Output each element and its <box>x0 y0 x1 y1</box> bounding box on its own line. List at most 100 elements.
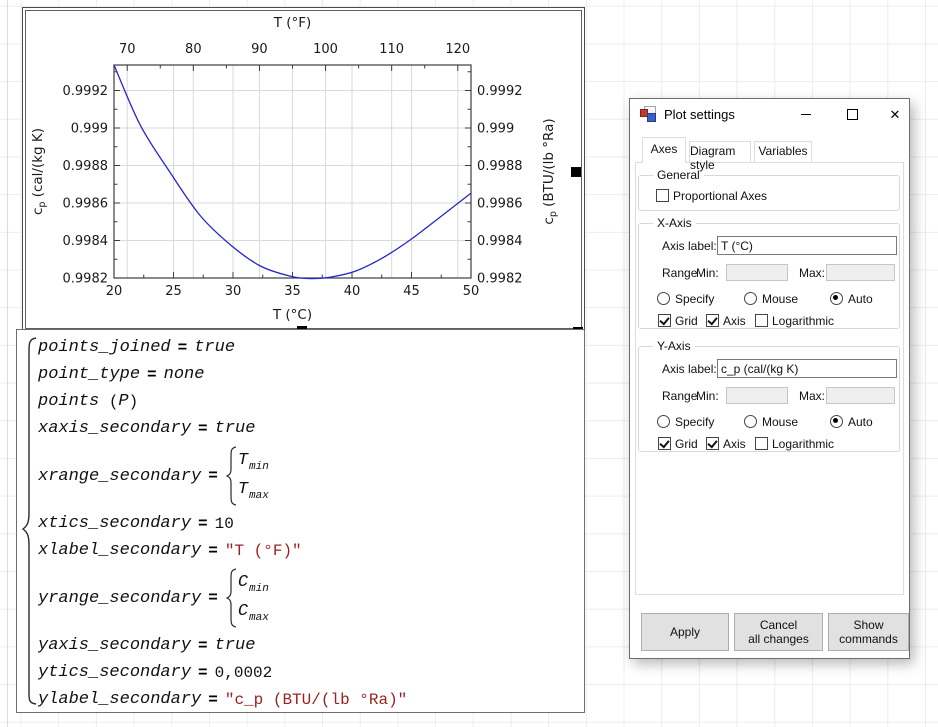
y-axis-min-caption: Min: <box>696 389 719 403</box>
plot-region[interactable]: 202530354045507080901001101200.99820.998… <box>22 7 585 332</box>
button-show-commands[interactable]: Showcommands <box>828 613 909 651</box>
svg-text:25: 25 <box>165 284 182 299</box>
code-line[interactable]: xaxis_secondary=true <box>38 415 407 442</box>
svg-text:0.9982: 0.9982 <box>477 272 523 287</box>
code-op: = <box>208 467 218 485</box>
code-id: xlabel_secondary <box>38 541 201 560</box>
svg-text:120: 120 <box>445 42 470 57</box>
app-icon <box>640 106 656 122</box>
x-axis-axis-label-caption: Axis label: <box>662 239 717 253</box>
close-icon: ✕ <box>890 108 901 121</box>
code-kw: none <box>164 365 205 384</box>
y-axis-axis-label-input[interactable] <box>717 359 897 378</box>
code-id: xtics_secondary <box>38 514 191 533</box>
code-id: P <box>118 392 128 411</box>
code-str: "c_p (BTU/(lb °Ra)" <box>225 691 407 709</box>
subscripted-var: Tmin <box>238 451 269 473</box>
dialog-titlebar[interactable]: Plot settings ✕ <box>630 99 909 129</box>
plot-settings-dialog: Plot settings ✕ AxesDiagram styleVariabl… <box>629 98 910 659</box>
y-axis-range-caption: Range <box>662 389 697 403</box>
radio-label-mouse: Mouse <box>762 292 798 306</box>
checkbox-axis[interactable] <box>706 314 719 327</box>
code-line[interactable]: points_joined=true <box>38 334 407 361</box>
radio-mouse[interactable] <box>744 415 757 428</box>
svg-text:0.9986: 0.9986 <box>63 197 109 212</box>
checkbox-logarithmic[interactable] <box>755 437 768 450</box>
code-op: = <box>198 664 208 682</box>
svg-text:0.9992: 0.9992 <box>63 84 109 99</box>
y2-axis-title: cp (BTU/(lb °Ra) <box>541 118 559 224</box>
svg-text:110: 110 <box>379 42 404 57</box>
tab-diagram-style[interactable]: Diagram style <box>689 141 751 162</box>
radio-specify[interactable] <box>657 415 670 428</box>
maximize-icon <box>847 109 858 120</box>
code-kw: true <box>194 338 235 357</box>
radio-mouse[interactable] <box>744 292 757 305</box>
subscripted-var: Cmin <box>238 573 269 595</box>
y-axis-max-caption: Max: <box>799 389 825 403</box>
checkbox-proportional-axes[interactable] <box>656 189 669 202</box>
code-line[interactable]: points (P) <box>38 388 407 415</box>
radio-auto[interactable] <box>830 415 843 428</box>
svg-text:0.9988: 0.9988 <box>477 159 523 174</box>
code-id: ylabel_secondary <box>38 690 201 709</box>
code-id: points <box>38 392 99 411</box>
code-id: xrange_secondary <box>38 467 201 486</box>
x-axis-range-caption: Range <box>662 266 697 280</box>
maximize-button[interactable] <box>835 99 869 129</box>
code-line[interactable]: point_type=none <box>38 361 407 388</box>
system-value: CminCmax <box>225 567 269 629</box>
x-axis-axis-label-input[interactable] <box>717 236 897 255</box>
svg-text:100: 100 <box>313 42 338 57</box>
y-axis-legend: Y-Axis <box>653 339 695 353</box>
checkbox-grid[interactable] <box>658 314 671 327</box>
svg-text:0.9986: 0.9986 <box>477 197 523 212</box>
code-op: = <box>198 637 208 655</box>
system-value: TminTmax <box>225 445 269 507</box>
radio-specify[interactable] <box>657 292 670 305</box>
svg-text:45: 45 <box>403 284 420 299</box>
code-plain: ( <box>99 393 118 411</box>
tab-variables[interactable]: Variables <box>754 141 812 162</box>
minimize-button[interactable] <box>789 99 823 129</box>
code-line[interactable]: ylabel_secondary="c_p (BTU/(lb °Ra)" <box>38 686 407 713</box>
svg-text:70: 70 <box>119 42 136 57</box>
svg-text:30: 30 <box>225 284 242 299</box>
code-lines: points_joined=truepoint_type=nonepoints … <box>38 330 407 713</box>
checkbox-label-logarithmic: Logarithmic <box>772 314 834 328</box>
code-line[interactable]: xlabel_secondary="T (°F)" <box>38 537 407 564</box>
resize-handle-right[interactable] <box>571 167 581 177</box>
code-op: = <box>198 420 208 438</box>
svg-text:90: 90 <box>251 42 268 57</box>
minimize-icon <box>801 114 811 115</box>
button-cancel-all-changes[interactable]: Cancelall changes <box>734 613 823 651</box>
radio-auto[interactable] <box>830 292 843 305</box>
x-axis-min-caption: Min: <box>696 266 719 280</box>
checkbox-logarithmic[interactable] <box>755 314 768 327</box>
button-apply[interactable]: Apply <box>641 613 729 651</box>
svg-text:0.999: 0.999 <box>477 122 514 137</box>
x-axis-max-input <box>826 264 895 281</box>
checkbox-axis[interactable] <box>706 437 719 450</box>
code-str: "T (°F)" <box>225 542 302 560</box>
code-line[interactable]: ytics_secondary=0,0002 <box>38 659 407 686</box>
plot-parameters-region[interactable]: points_joined=truepoint_type=nonepoints … <box>16 329 585 713</box>
tab-axes[interactable]: Axes <box>642 137 686 163</box>
checkbox-grid[interactable] <box>658 437 671 450</box>
small-brace <box>225 567 238 629</box>
close-button[interactable]: ✕ <box>879 99 911 129</box>
code-kw: true <box>215 636 256 655</box>
code-plain: ) <box>129 393 139 411</box>
system-brace <box>21 335 39 709</box>
worksheet-canvas: 202530354045507080901001101200.99820.998… <box>0 0 938 727</box>
dialog-title: Plot settings <box>664 107 735 122</box>
code-line[interactable]: xtics_secondary=10 <box>38 510 407 537</box>
code-line[interactable]: xrange_secondary = TminTmax <box>38 442 407 510</box>
y-axis-max-input <box>826 387 895 404</box>
y-axis-group: Y-AxisAxis label:RangeMin:Max:SpecifyMou… <box>638 346 900 452</box>
svg-text:20: 20 <box>106 284 123 299</box>
plot-canvas: 202530354045507080901001101200.99820.998… <box>22 7 585 332</box>
code-line[interactable]: yrange_secondary=CminCmax <box>38 564 407 632</box>
svg-text:80: 80 <box>185 42 202 57</box>
code-line[interactable]: yaxis_secondary=true <box>38 632 407 659</box>
